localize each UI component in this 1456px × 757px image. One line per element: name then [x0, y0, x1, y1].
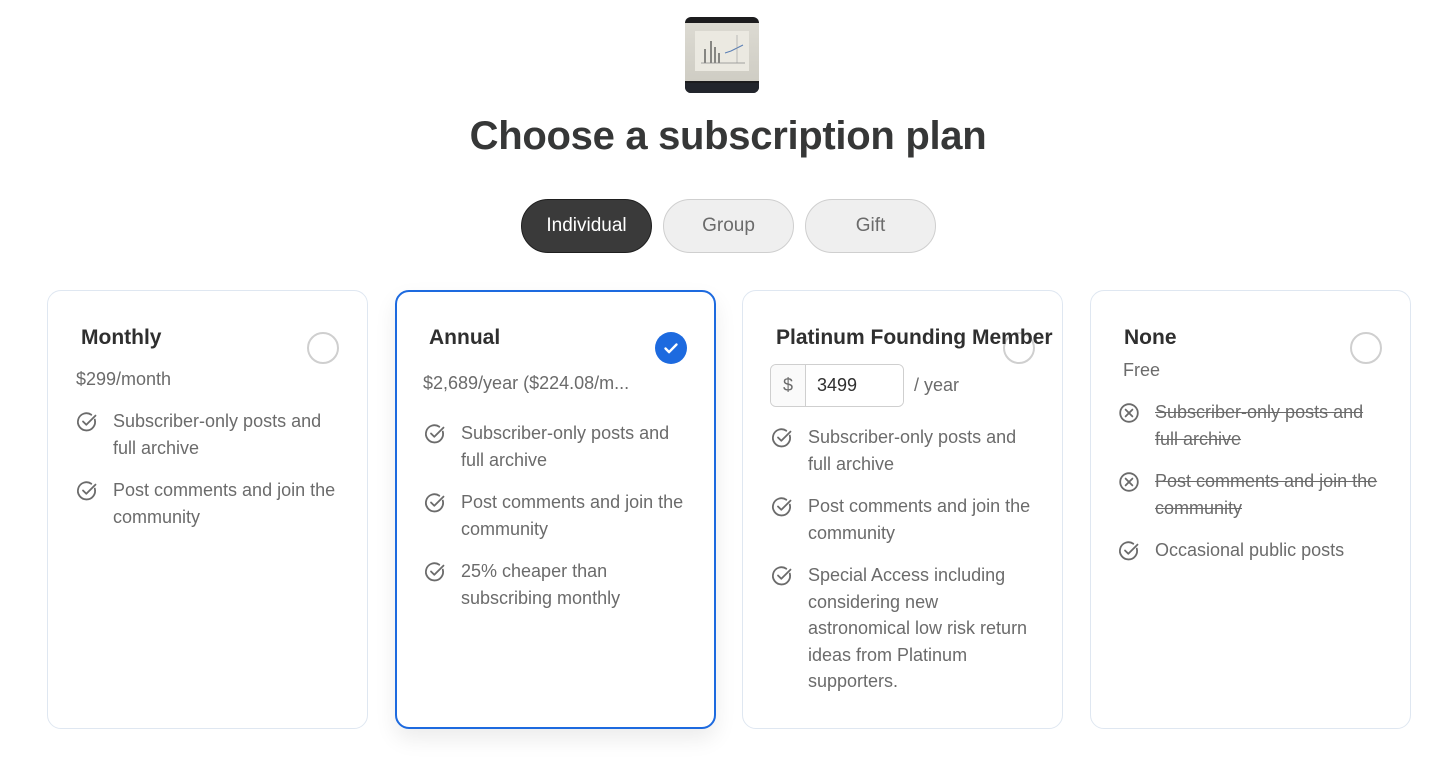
- tab-group[interactable]: Group: [663, 199, 794, 253]
- plan-card-monthly[interactable]: Monthly $299/month Subscriber-only posts…: [47, 290, 368, 729]
- check-circle-icon: [77, 481, 97, 501]
- feature-text: Subscriber-only posts and full archive: [1155, 402, 1364, 449]
- plan-title: Annual: [429, 326, 501, 349]
- logo-bar: [685, 83, 759, 93]
- feature-item: Post comments and join the community: [771, 493, 1040, 546]
- feature-list: Subscriber-only posts and full archive P…: [424, 420, 693, 627]
- plan-type-tabs: Individual Group Gift: [521, 199, 936, 253]
- feature-item: 25% cheaper than subscribing monthly: [424, 558, 693, 611]
- feature-item: Post comments and join the community: [1118, 468, 1387, 521]
- feature-text: Occasional public posts: [1155, 540, 1345, 560]
- checkmark-icon: [664, 343, 678, 354]
- plan-card-none[interactable]: None Free Subscriber-only posts and full…: [1090, 290, 1411, 729]
- amount-field[interactable]: $: [770, 364, 904, 407]
- feature-list: Subscriber-only posts and full archive P…: [771, 424, 1040, 711]
- plan-price: $2,689/year ($224.08/m...: [423, 373, 630, 393]
- feature-item: Subscriber-only posts and full archive: [76, 408, 345, 461]
- feature-text: Post comments and join the community: [808, 496, 1031, 543]
- logo-chart-image: [685, 23, 759, 81]
- feature-text: Post comments and join the community: [1155, 471, 1378, 518]
- feature-item: Occasional public posts: [1118, 537, 1387, 564]
- feature-text: Subscriber-only posts and full archive: [113, 411, 322, 458]
- feature-text: Subscriber-only posts and full archive: [808, 427, 1017, 474]
- feature-text: Subscriber-only posts and full archive: [461, 423, 670, 470]
- check-circle-icon: [77, 412, 97, 432]
- x-circle-icon: [1119, 472, 1139, 492]
- plan-title: Platinum Founding Member: [776, 326, 1053, 349]
- feature-item: Special Access including considering new…: [771, 562, 1040, 695]
- feature-item: Subscriber-only posts and full archive: [424, 420, 693, 473]
- feature-item: Post comments and join the community: [76, 477, 345, 530]
- x-circle-icon: [1119, 403, 1139, 423]
- currency-prefix: $: [771, 365, 806, 406]
- page-title: Choose a subscription plan: [469, 114, 987, 158]
- plan-radio-none[interactable]: [1350, 332, 1382, 364]
- amount-period: / year: [914, 375, 960, 395]
- check-circle-icon: [425, 562, 445, 582]
- feature-item: Post comments and join the community: [424, 489, 693, 542]
- check-circle-icon: [772, 497, 792, 517]
- publication-logo[interactable]: [685, 17, 759, 93]
- feature-text: Post comments and join the community: [113, 480, 336, 527]
- tab-gift[interactable]: Gift: [805, 199, 936, 253]
- check-circle-icon: [425, 424, 445, 444]
- feature-list: Subscriber-only posts and full archive P…: [76, 408, 345, 546]
- check-circle-icon: [425, 493, 445, 513]
- plan-price: Free: [1123, 360, 1161, 380]
- plan-radio-monthly[interactable]: [307, 332, 339, 364]
- feature-list: Subscriber-only posts and full archive P…: [1118, 399, 1387, 580]
- feature-item: Subscriber-only posts and full archive: [771, 424, 1040, 477]
- feature-text: Special Access including considering new…: [808, 565, 1028, 691]
- check-circle-icon: [1119, 541, 1139, 561]
- check-circle-icon: [772, 566, 792, 586]
- plan-title: Monthly: [81, 326, 162, 349]
- feature-text: Post comments and join the community: [461, 492, 684, 539]
- amount-input[interactable]: [806, 365, 903, 406]
- feature-text: 25% cheaper than subscribing monthly: [461, 561, 621, 608]
- check-circle-icon: [772, 428, 792, 448]
- plan-price: $299/month: [76, 369, 172, 389]
- feature-item: Subscriber-only posts and full archive: [1118, 399, 1387, 452]
- plan-card-annual[interactable]: Annual $2,689/year ($224.08/m... Subscri…: [395, 290, 716, 729]
- plan-radio-annual[interactable]: [655, 332, 687, 364]
- custom-amount-row: $ / year: [770, 364, 959, 407]
- plan-card-platinum[interactable]: Platinum Founding Member $ / year Subscr…: [742, 290, 1063, 729]
- tab-individual[interactable]: Individual: [521, 199, 652, 253]
- plan-title: None: [1124, 326, 1177, 349]
